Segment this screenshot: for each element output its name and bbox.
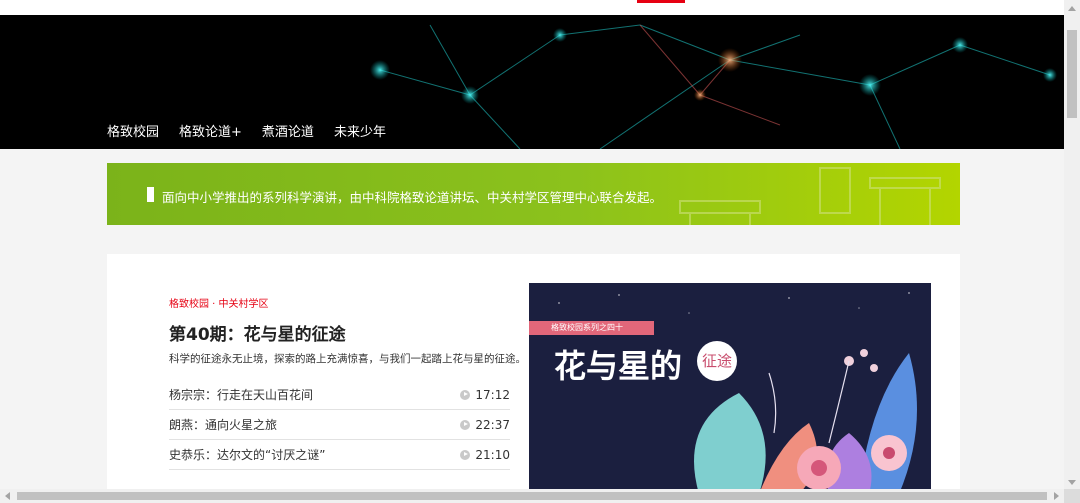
- nav-item-gezhi-forum-plus[interactable]: 格致论道+: [179, 121, 242, 140]
- banner-accent-bar: [147, 187, 154, 202]
- duration-value: 17:12: [475, 387, 510, 402]
- talk-name[interactable]: 史恭乐：达尔文的“讨厌之谜”: [169, 446, 325, 463]
- episode-card: 格致校园 · 中关村学区 第40期：花与星的征途 科学的征途永无止境，探索的路上…: [107, 254, 960, 494]
- scroll-left-arrow-icon[interactable]: [5, 492, 10, 500]
- classroom-graphic: [679, 167, 941, 225]
- talk-duration: 22:37: [460, 418, 510, 432]
- intro-banner: 面向中小学推出的系列科学演讲，由中科院格致论道讲坛、中关村学区管理中心联合发起。: [107, 163, 960, 225]
- top-accent-mark: [637, 0, 685, 3]
- episode-title[interactable]: 第40期：花与星的征途: [169, 320, 346, 345]
- scroll-right-arrow-icon[interactable]: [1054, 492, 1059, 500]
- nav-item-gezhi-campus[interactable]: 格致校园: [107, 121, 159, 140]
- top-strip: [0, 0, 1064, 15]
- vertical-scrollbar[interactable]: [1064, 0, 1080, 503]
- poster-ribbon: 格致校园系列之四十: [529, 321, 654, 335]
- play-icon[interactable]: [460, 419, 471, 430]
- play-icon[interactable]: [460, 449, 471, 460]
- duration-value: 21:10: [475, 447, 510, 462]
- talk-list: 杨宗宗：行走在天山百花间 17:12 朗燕：通向火星之旅 22:37 史恭乐：达…: [169, 380, 510, 470]
- poster-title: 花与星的: [554, 347, 683, 385]
- talk-name[interactable]: 杨宗宗：行走在天山百花间: [169, 386, 313, 403]
- episode-description: 科学的征途永无止境，探索的路上充满惊喜，与我们一起踏上花与星的征途。: [169, 353, 526, 365]
- hero-banner: 格致校园 格致论道+ 煮酒论道 未来少年: [0, 15, 1064, 149]
- nav-item-future-youth[interactable]: 未来少年: [334, 121, 386, 140]
- horizontal-scrollbar[interactable]: [0, 489, 1064, 503]
- talk-row[interactable]: 杨宗宗：行走在天山百花间 17:12: [169, 380, 510, 410]
- scroll-up-arrow-icon[interactable]: [1068, 6, 1076, 11]
- episode-poster[interactable]: 格致校园系列之四十 花与星的 征途: [529, 283, 931, 494]
- horizontal-scroll-thumb[interactable]: [17, 492, 1047, 500]
- talk-duration: 21:10: [460, 448, 510, 462]
- main-nav: 格致校园 格致论道+ 煮酒论道 未来少年: [107, 121, 406, 140]
- episode-tag[interactable]: 格致校园 · 中关村学区: [169, 295, 269, 310]
- scrollbar-corner: [1064, 489, 1080, 503]
- talk-row[interactable]: 朗燕：通向火星之旅 22:37: [169, 410, 510, 440]
- nav-item-zhujiu-forum[interactable]: 煮酒论道: [262, 121, 314, 140]
- vertical-scroll-thumb[interactable]: [1067, 30, 1077, 118]
- banner-text: 面向中小学推出的系列科学演讲，由中科院格致论道讲坛、中关村学区管理中心联合发起。: [162, 190, 663, 205]
- scroll-down-arrow-icon[interactable]: [1068, 480, 1076, 485]
- talk-name[interactable]: 朗燕：通向火星之旅: [169, 416, 277, 433]
- play-icon[interactable]: [460, 389, 471, 400]
- duration-value: 22:37: [475, 417, 510, 432]
- poster-circle-title: 征途: [697, 341, 737, 381]
- talk-row[interactable]: 史恭乐：达尔文的“讨厌之谜” 21:10: [169, 440, 510, 470]
- talk-duration: 17:12: [460, 388, 510, 402]
- poster-flowers-graphic: [558, 292, 917, 494]
